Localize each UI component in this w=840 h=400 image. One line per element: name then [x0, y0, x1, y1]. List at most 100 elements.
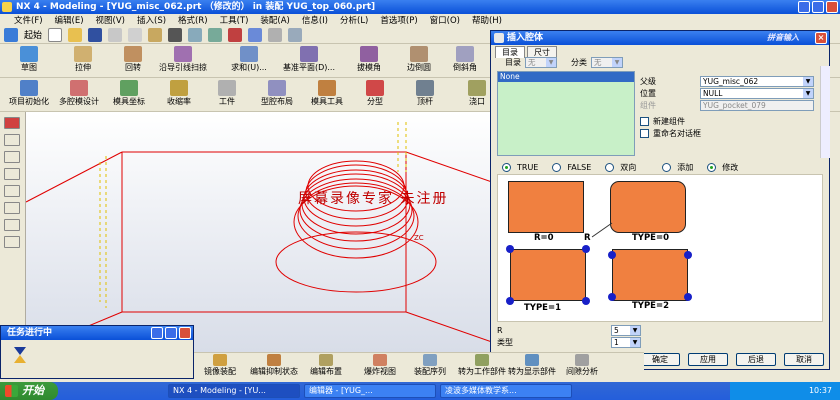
menu-edit[interactable]: 编辑(E) — [55, 14, 84, 26]
taskbar-item-lingbo[interactable]: 凌波多媒体教学系... — [440, 384, 572, 398]
component-label: 组件 — [640, 101, 656, 110]
cancel-button[interactable]: 取消 — [784, 353, 824, 366]
ok-button[interactable]: 确定 — [640, 353, 680, 366]
make-work-part-icon — [475, 354, 489, 366]
rename-dialog-row: 重命名对话框 — [640, 128, 701, 139]
open-folder-icon[interactable] — [68, 27, 83, 42]
zoom-icon[interactable] — [248, 27, 263, 42]
bidirectional-label: 双向 — [620, 163, 637, 172]
apply-button[interactable]: 应用 — [688, 353, 728, 366]
dialog-scrollbar[interactable] — [820, 66, 830, 158]
fit-view-icon[interactable] — [228, 27, 243, 42]
menu-window[interactable]: 窗口(O) — [430, 14, 460, 26]
rename-dialog-checkbox[interactable] — [640, 129, 649, 138]
edit-suppression-button[interactable]: 编辑抑制状态 — [248, 354, 300, 376]
type-select[interactable]: 1 ▼ — [611, 337, 641, 348]
crosshair-tool-icon[interactable] — [4, 236, 20, 248]
catalog-label: 目录 — [505, 58, 521, 67]
delete-icon[interactable] — [168, 27, 183, 42]
cut-icon[interactable] — [108, 27, 123, 42]
ejector-pin-button[interactable]: 顶杆 — [396, 80, 454, 106]
preview-label-r0: R=0 — [534, 233, 554, 243]
model-wireframe — [25, 122, 493, 353]
undo-icon[interactable] — [188, 27, 203, 42]
start-button[interactable]: 开始 — [0, 382, 58, 400]
edit-arrangement-button[interactable]: 编辑布置 — [300, 354, 352, 376]
menu-insert[interactable]: 插入(S) — [137, 14, 166, 26]
spline-tool-icon[interactable] — [4, 185, 20, 197]
false-radio[interactable] — [552, 163, 562, 172]
catalog-select[interactable]: 无 ▼ — [525, 57, 557, 68]
parent-select[interactable]: YUG_misc_062 ▼ — [700, 76, 814, 87]
dialog-close-button[interactable]: × — [815, 32, 827, 44]
select-filter-icon[interactable] — [208, 27, 223, 42]
start-dropdown[interactable]: 起始 — [24, 28, 42, 41]
menu-format[interactable]: 格式(R) — [178, 14, 208, 26]
r-label: R — [497, 326, 503, 335]
paste-icon[interactable] — [148, 27, 163, 42]
circle-tool-icon[interactable] — [4, 202, 20, 214]
sketch-button[interactable]: 草图 — [0, 46, 58, 72]
add-radio[interactable] — [662, 163, 672, 172]
modify-radio[interactable] — [707, 163, 717, 172]
make-work-part-button[interactable]: 转为工作部件 — [456, 354, 508, 376]
revolve-icon — [124, 46, 142, 62]
close-button[interactable] — [826, 1, 838, 13]
minimize-button[interactable] — [151, 327, 163, 339]
menu-preferences[interactable]: 首选项(P) — [380, 14, 417, 26]
maximize-button[interactable] — [165, 327, 177, 339]
part-list[interactable]: None — [497, 71, 635, 156]
menu-assembly[interactable]: 装配(A) — [260, 14, 289, 26]
r-select[interactable]: 5 ▼ — [611, 325, 641, 336]
assembly-sequence-button[interactable]: 装配序列 — [404, 354, 456, 376]
mirror-assembly-button[interactable]: 镜像装配 — [194, 354, 246, 376]
unite-button[interactable]: 求和(U)... — [220, 46, 278, 72]
category-select[interactable]: 无 ▼ — [591, 57, 623, 68]
nx-app-icon — [2, 2, 12, 12]
taskbar-item-nx[interactable]: NX 4 - Modeling - [YU... — [168, 384, 300, 398]
clearance-analysis-button[interactable]: 间隙分析 — [556, 354, 608, 376]
chevron-down-icon: ▼ — [612, 58, 622, 67]
start-icon[interactable] — [4, 27, 18, 42]
menu-file[interactable]: 文件(F) — [14, 14, 43, 26]
ellipse-tool-icon[interactable] — [4, 219, 20, 231]
exploded-view-button[interactable]: 爆炸视图 — [354, 354, 406, 376]
position-select[interactable]: NULL ▼ — [700, 88, 814, 99]
arc-tool-icon[interactable] — [4, 168, 20, 180]
menu-info[interactable]: 信息(I) — [302, 14, 328, 26]
list-item[interactable]: None — [498, 72, 634, 82]
menu-view[interactable]: 视图(V) — [96, 14, 125, 26]
select-tool-icon[interactable] — [4, 117, 20, 129]
maximize-button[interactable] — [812, 1, 824, 13]
line-tool-icon[interactable] — [4, 151, 20, 163]
menu-tools[interactable]: 工具(T) — [220, 14, 249, 26]
datum-plane-button[interactable]: 基准平面(D)... — [280, 46, 338, 72]
rotate-icon[interactable] — [268, 27, 283, 42]
window-title: NX 4 - Modeling - [YUG_misc_062.prt （修改的… — [16, 2, 376, 12]
sweep-button[interactable]: 沿导引线扫掠 — [154, 46, 212, 72]
menu-analysis[interactable]: 分析(L) — [340, 14, 368, 26]
component-row: 组件 YUG_pocket_079 — [640, 100, 814, 111]
pan-icon[interactable] — [288, 27, 303, 42]
back-button[interactable]: 后退 — [736, 353, 776, 366]
chevron-down-icon: ▼ — [630, 338, 640, 347]
save-icon[interactable] — [88, 27, 103, 42]
new-file-icon[interactable] — [48, 27, 63, 42]
point-tool-icon[interactable] — [4, 134, 20, 146]
progress-window-controls — [151, 327, 191, 339]
make-displayed-part-button[interactable]: 转为显示部件 — [506, 354, 558, 376]
bidirectional-radio[interactable] — [605, 163, 615, 172]
close-button[interactable] — [179, 327, 191, 339]
true-radio[interactable] — [502, 163, 511, 172]
copy-icon[interactable] — [128, 27, 143, 42]
graphics-viewport[interactable]: 屏幕录像专家 未注册 ZC — [25, 112, 493, 353]
sweep-icon — [174, 46, 192, 62]
minimize-button[interactable] — [798, 1, 810, 13]
mold-csys-icon — [120, 80, 138, 96]
taskbar-item-editor[interactable]: 编辑器 - [YUG_... — [304, 384, 436, 398]
menu-help[interactable]: 帮助(H) — [472, 14, 502, 26]
clearance-analysis-icon — [575, 354, 589, 366]
add-label: 添加 — [677, 163, 694, 172]
chamfer-button[interactable]: 倒斜角 — [436, 46, 494, 72]
new-component-checkbox[interactable] — [640, 117, 649, 126]
